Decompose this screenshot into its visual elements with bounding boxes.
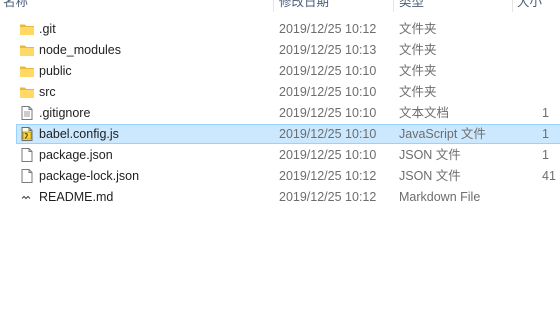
file-size: 1	[542, 127, 549, 141]
column-header: 名称 修改日期 类型 大小	[0, 0, 560, 12]
column-divider[interactable]	[393, 0, 394, 12]
file-name: src	[39, 85, 56, 99]
file-type: JSON 文件	[399, 169, 461, 183]
javascript-file-icon	[19, 126, 35, 142]
file-modified-date: 2019/12/25 10:12	[279, 190, 377, 204]
file-type: 文件夹	[399, 85, 437, 99]
file-row[interactable]: babel.config.js 2019/12/25 10:10 JavaScrip…	[0, 124, 560, 145]
column-name-header[interactable]: 名称	[3, 0, 28, 12]
file-row[interactable]: .gitignore 2019/12/25 10:10 文本文档 1	[0, 103, 560, 124]
file-name: package.json	[39, 148, 113, 162]
file-modified-date: 2019/12/25 10:10	[279, 127, 377, 141]
file-type: 文件夹	[399, 22, 437, 36]
file-name: node_modules	[39, 43, 122, 57]
file-type: Markdown File	[399, 190, 481, 204]
file-type: 文本文档	[399, 106, 450, 120]
file-type: JSON 文件	[399, 148, 461, 162]
file-row[interactable]: package-lock.json 2019/12/25 10:12 JSON 文件…	[0, 166, 560, 187]
column-divider[interactable]	[273, 0, 274, 12]
folder-icon	[19, 63, 35, 79]
column-type-header[interactable]: 类型	[399, 0, 424, 12]
file-row[interactable]: .git 2019/12/25 10:12 文件夹	[0, 19, 560, 40]
file-size: 41	[542, 169, 556, 183]
file-row[interactable]: src 2019/12/25 10:10 文件夹	[0, 82, 560, 103]
file-modified-date: 2019/12/25 10:12	[279, 169, 377, 183]
column-divider[interactable]	[512, 0, 513, 12]
file-row[interactable]: public 2019/12/25 10:10 文件夹	[0, 61, 560, 82]
file-type: 文件夹	[399, 43, 437, 57]
file-modified-date: 2019/12/25 10:10	[279, 85, 377, 99]
folder-icon	[19, 84, 35, 100]
file-type: JavaScript 文件	[399, 127, 486, 141]
text-file-icon	[19, 105, 35, 121]
file-list: .git 2019/12/25 10:12 文件夹 node_modules 2019/…	[0, 19, 560, 208]
json-file-icon	[19, 168, 35, 184]
file-modified-date: 2019/12/25 10:13	[279, 43, 377, 57]
file-size: 1	[542, 106, 549, 120]
markdown-file-icon	[19, 189, 35, 205]
file-type: 文件夹	[399, 64, 437, 78]
file-name: README.md	[39, 190, 114, 204]
file-modified-date: 2019/12/25 10:10	[279, 64, 377, 78]
file-name: babel.config.js	[39, 127, 119, 141]
folder-icon	[19, 21, 35, 37]
file-row[interactable]: node_modules 2019/12/25 10:13 文件夹	[0, 40, 560, 61]
file-row[interactable]: package.json 2019/12/25 10:10 JSON 文件 1	[0, 145, 560, 166]
column-size-header[interactable]: 大小	[517, 0, 542, 12]
file-modified-date: 2019/12/25 10:10	[279, 148, 377, 162]
file-modified-date: 2019/12/25 10:12	[279, 22, 377, 36]
file-size: 1	[542, 148, 549, 162]
file-row[interactable]: README.md 2019/12/25 10:12 Markdown File	[0, 187, 560, 208]
file-name: .gitignore	[39, 106, 91, 120]
file-name: .git	[39, 22, 56, 36]
column-modified-header[interactable]: 修改日期	[279, 0, 329, 12]
file-name: package-lock.json	[39, 169, 140, 183]
file-name: public	[39, 64, 72, 78]
json-file-icon	[19, 147, 35, 163]
file-modified-date: 2019/12/25 10:10	[279, 106, 377, 120]
folder-icon	[19, 42, 35, 58]
